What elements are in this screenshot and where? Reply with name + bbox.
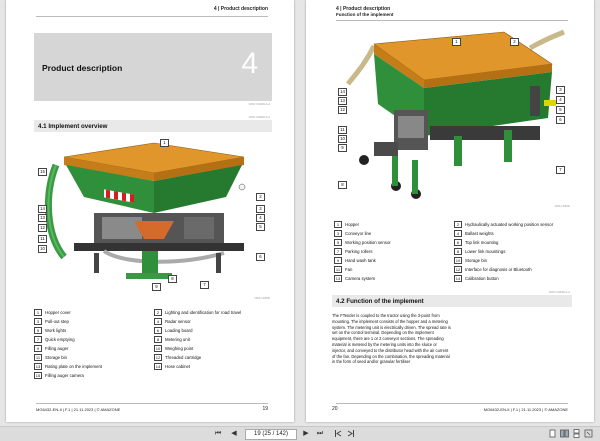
chapter-banner: Product description 4: [34, 33, 272, 101]
section-body-text: The FTender is coupled to the tractor us…: [332, 313, 451, 365]
legend-item: 3 Pull-out step: [34, 318, 69, 326]
callout-2: 2: [256, 193, 265, 201]
legend-item: 4 Ballast weights: [454, 230, 494, 238]
callout-11: 11: [38, 235, 47, 243]
two-page-view-icon[interactable]: [560, 429, 569, 438]
next-page-button[interactable]: ▶: [300, 429, 312, 438]
legend-item: 14 Calibration button: [454, 275, 499, 283]
callout-6: 6: [256, 253, 265, 261]
implement-overview-figure: 1 2 3 4 5 6 7 8 9 10 11 12 13 14 15: [34, 103, 272, 295]
legend-item: 14 Hose cabinet: [154, 363, 191, 371]
callout-14: 14: [38, 205, 47, 213]
section-title: 4.1 Implement overview: [38, 123, 108, 130]
first-page-button[interactable]: ⏮: [212, 429, 224, 438]
callout-14: 14: [338, 88, 347, 96]
callout-2: 2: [510, 38, 519, 46]
callout-5: 5: [256, 223, 265, 231]
legend-item: 9 Filling auger: [34, 345, 68, 353]
continuous-view-icon[interactable]: [572, 429, 581, 438]
legend-item: 2 Hydraulically actuated working position…: [454, 221, 553, 229]
section-code: CMS-T-00000-A-A: [248, 116, 270, 119]
callout-9: 9: [152, 283, 161, 291]
legend-item: 13 Camera system: [334, 275, 376, 283]
header-rule: [36, 16, 268, 17]
section-code: CMS-T-00000-A-A: [548, 291, 570, 294]
callout-3: 3: [556, 86, 565, 94]
footer-rule: [336, 403, 568, 404]
legend-item: 12 Interface for diagnosis or Bluetooth: [454, 266, 532, 274]
figure-code: CMS-I-00000: [554, 205, 570, 208]
legend-item: 9 Hand wash tank: [334, 257, 376, 265]
legend-item: 4 Radar sensor: [154, 318, 191, 326]
callout-13: 13: [38, 214, 47, 222]
page-number: 19: [262, 406, 268, 412]
section-heading-box: 4.1 Implement overview: [34, 120, 272, 132]
callout-12: 12: [338, 106, 347, 114]
legend-item: 1 Hopper: [334, 221, 359, 229]
figure-code: CMS-I-00000: [254, 297, 270, 300]
callout-1: 1: [160, 139, 169, 147]
page-number: 20: [332, 406, 338, 412]
legend-item: 6 Loading board: [154, 327, 192, 335]
last-page-button[interactable]: ⏭: [314, 429, 326, 438]
page-subheader: Function of the implement: [336, 12, 394, 17]
forward-icon[interactable]: [346, 429, 355, 438]
callout-10: 10: [338, 135, 347, 143]
legend-item: 11 Storage bin: [34, 354, 67, 362]
legend-item: 10 Weighing point: [154, 345, 194, 353]
back-icon[interactable]: [334, 429, 343, 438]
fit-page-icon[interactable]: [584, 429, 593, 438]
callout-10: 10: [38, 245, 47, 253]
legend-item: 7 Quick emptying: [34, 336, 75, 344]
legend-item: 3 Conveyor line: [334, 230, 371, 238]
footer-rule: [36, 403, 268, 404]
callout-7: 7: [556, 166, 565, 174]
spreader-illustration: [45, 103, 246, 279]
right-page: 4 | Product description Function of the …: [306, 0, 594, 422]
callout-3: 3: [256, 205, 265, 213]
callout-8: 8: [338, 181, 347, 189]
section-title: 4.2 Function of the implement: [336, 298, 424, 305]
legend-item: 7 Parking rollers: [334, 248, 372, 256]
callout-7: 7: [200, 281, 209, 289]
callout-4: 4: [256, 214, 265, 222]
single-page-view-icon[interactable]: [548, 429, 557, 438]
legend-item: 15 Filling auger camera: [34, 372, 84, 380]
callout-5: 5: [556, 106, 565, 114]
legend-item: 8 Lower link mountings: [454, 248, 505, 256]
callout-9: 9: [338, 144, 347, 152]
footer-doc-info: MG6432-EN-II | F.1 | 21.11.2023 | © AMAZ…: [36, 407, 121, 412]
header-rule: [336, 20, 568, 21]
chapter-title: Product description: [42, 63, 123, 73]
left-page: 4 | Product description Product descript…: [6, 0, 294, 422]
chapter-number: 4: [241, 47, 258, 80]
chapter-code: CMS-T-00000-A-A: [248, 103, 270, 106]
callout-4: 4: [556, 96, 565, 104]
page-number-input[interactable]: [245, 428, 297, 440]
legend-item: 11 Fan: [334, 266, 353, 274]
legend-item: 2 Lighting and identification for road tr…: [154, 309, 241, 317]
callout-15: 15: [38, 168, 47, 176]
callout-1: 1: [452, 38, 461, 46]
implement-function-figure: 1 2 3 4 5 6 7 8 9 10 11 12 13 14: [334, 26, 572, 202]
legend-item: 10 Storage bin: [454, 257, 487, 265]
callout-12: 12: [38, 224, 47, 232]
tender-illustration: [346, 29, 565, 199]
legend-item: 8 Metering unit: [154, 336, 190, 344]
callout-6: 6: [556, 116, 565, 124]
page-header: 4 | Product description: [213, 6, 268, 12]
legend-item: 13 Rating plate on the implement: [34, 363, 103, 371]
legend-item: 6 Top link mounting: [454, 239, 498, 247]
footer-doc-info: MG6432-EN-II | F.1 | 21.11.2023 | © AMAZ…: [483, 407, 568, 412]
section-heading-box: 4.2 Function of the implement: [332, 295, 572, 307]
legend-item: 12 Threaded cartridge: [154, 354, 202, 362]
legend-item: 5 Working position sensor: [334, 239, 391, 247]
prev-page-button[interactable]: ◀: [228, 429, 240, 438]
callout-13: 13: [338, 97, 347, 105]
callout-8: 8: [168, 275, 177, 283]
legend-item: 1 Hopper cover: [34, 309, 71, 317]
legend-item: 5 Work lights: [34, 327, 66, 335]
callout-11: 11: [338, 126, 347, 134]
viewer-toolbar: ⏮ ◀ ▶ ⏭: [0, 426, 600, 441]
